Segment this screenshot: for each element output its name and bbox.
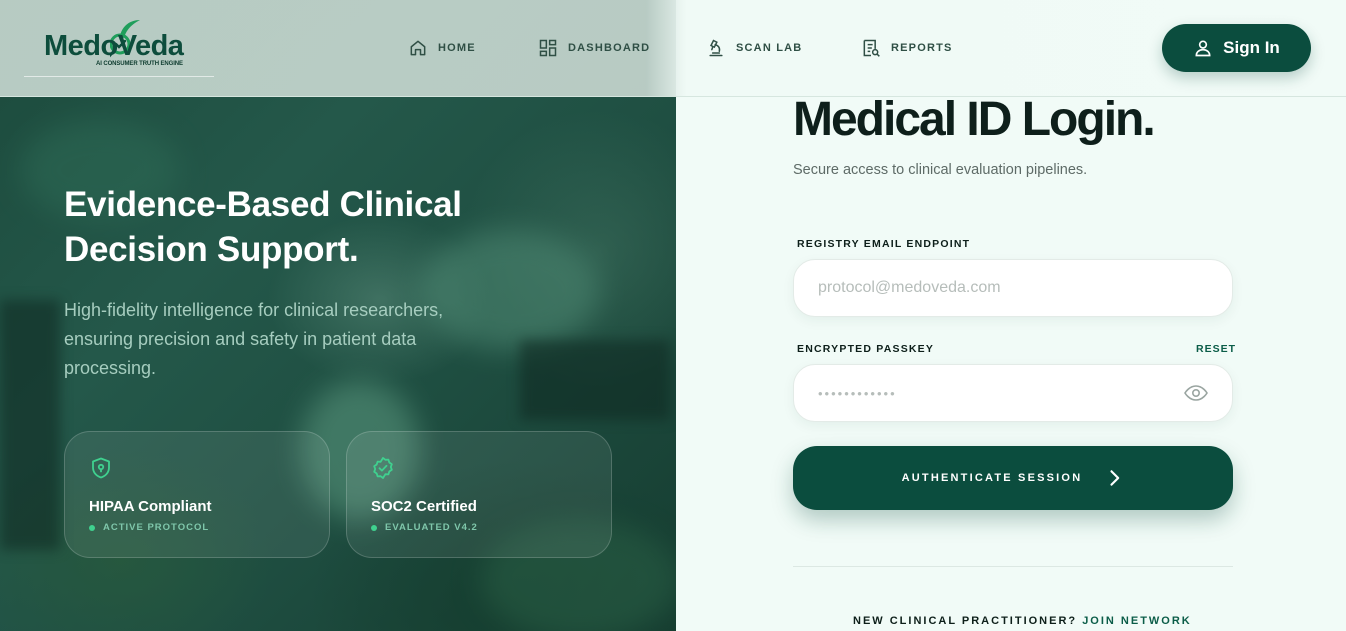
reports-icon [863, 39, 880, 57]
card-title: SOC2 Certified [371, 498, 477, 515]
login-title: Medical ID Login. [793, 93, 1156, 146]
sign-in-label: Sign In [1223, 38, 1280, 57]
home-icon [410, 40, 426, 56]
card-status-label: ACTIVE PROTOCOL [103, 522, 210, 533]
card-status: ACTIVE PROTOCOL [89, 522, 209, 533]
verified-badge-icon [373, 457, 393, 479]
eye-icon[interactable] [1184, 383, 1208, 403]
status-dot [371, 524, 377, 531]
reset-link[interactable]: RESET [1196, 343, 1236, 355]
logo-wordmark: MedoVeda [44, 30, 184, 62]
login-subtitle: Secure access to clinical evaluation pip… [793, 162, 1088, 178]
card-status: EVALUATED V4.2 [371, 522, 478, 533]
card-status-label: EVALUATED V4.2 [385, 522, 478, 533]
nav-scan-lab[interactable]: SCAN LAB [706, 38, 802, 58]
card-title: HIPAA Compliant [89, 498, 212, 515]
chevron-right-icon [1110, 470, 1120, 486]
password-value: •••••••••••• [818, 385, 897, 401]
hipaa-card: HIPAA Compliant ACTIVE PROTOCOL [64, 431, 330, 558]
background-desk [520, 340, 670, 420]
logo-underline [24, 76, 214, 77]
authenticate-label: AUTHENTICATE SESSION [901, 472, 1083, 484]
nav-home[interactable]: HOME [408, 38, 476, 58]
email-field[interactable]: protocol@medoveda.com [793, 259, 1233, 317]
divider [793, 566, 1233, 567]
join-prompt-text: NEW CLINICAL PRACTITIONER? [853, 615, 1078, 627]
password-field[interactable]: •••••••••••• [793, 364, 1233, 422]
sign-in-button[interactable]: Sign In [1162, 24, 1311, 72]
logo-tagline: AI CONSUMER TRUTH ENGINE [96, 61, 183, 67]
authenticate-session-button[interactable]: AUTHENTICATE SESSION [793, 446, 1233, 510]
dashboard-icon [539, 39, 557, 57]
nav-label: HOME [438, 42, 476, 54]
nav-reports[interactable]: REPORTS [861, 38, 953, 58]
status-dot [89, 524, 95, 531]
soc2-card: SOC2 Certified EVALUATED V4.2 [346, 431, 612, 558]
user-icon [1195, 40, 1211, 57]
shield-lock-icon [92, 457, 110, 479]
hero-title: Evidence-Based Clinical Decision Support… [64, 185, 462, 269]
logo[interactable]: MedoVeda AI CONSUMER TRUTH ENGINE [24, 20, 214, 77]
top-navbar: MedoVeda AI CONSUMER TRUTH ENGINE HOME D… [0, 0, 1346, 97]
join-network-link[interactable]: JOIN NETWORK [1082, 615, 1192, 627]
hero-subtitle: High-fidelity intelligence for clinical … [64, 300, 444, 378]
email-placeholder: protocol@medoveda.com [818, 279, 1001, 296]
microscope-icon [709, 39, 723, 57]
nav-label: SCAN LAB [736, 42, 803, 54]
nav-dashboard[interactable]: DASHBOARD [538, 38, 650, 58]
nav-label: DASHBOARD [568, 42, 651, 54]
nav-label: REPORTS [891, 42, 953, 54]
email-label: REGISTRY EMAIL ENDPOINT [797, 238, 971, 250]
background-shelf [0, 300, 60, 550]
join-network-prompt: NEW CLINICAL PRACTITIONER? JOIN NETWORK [853, 615, 1192, 627]
password-label: ENCRYPTED PASSKEY [797, 343, 935, 355]
